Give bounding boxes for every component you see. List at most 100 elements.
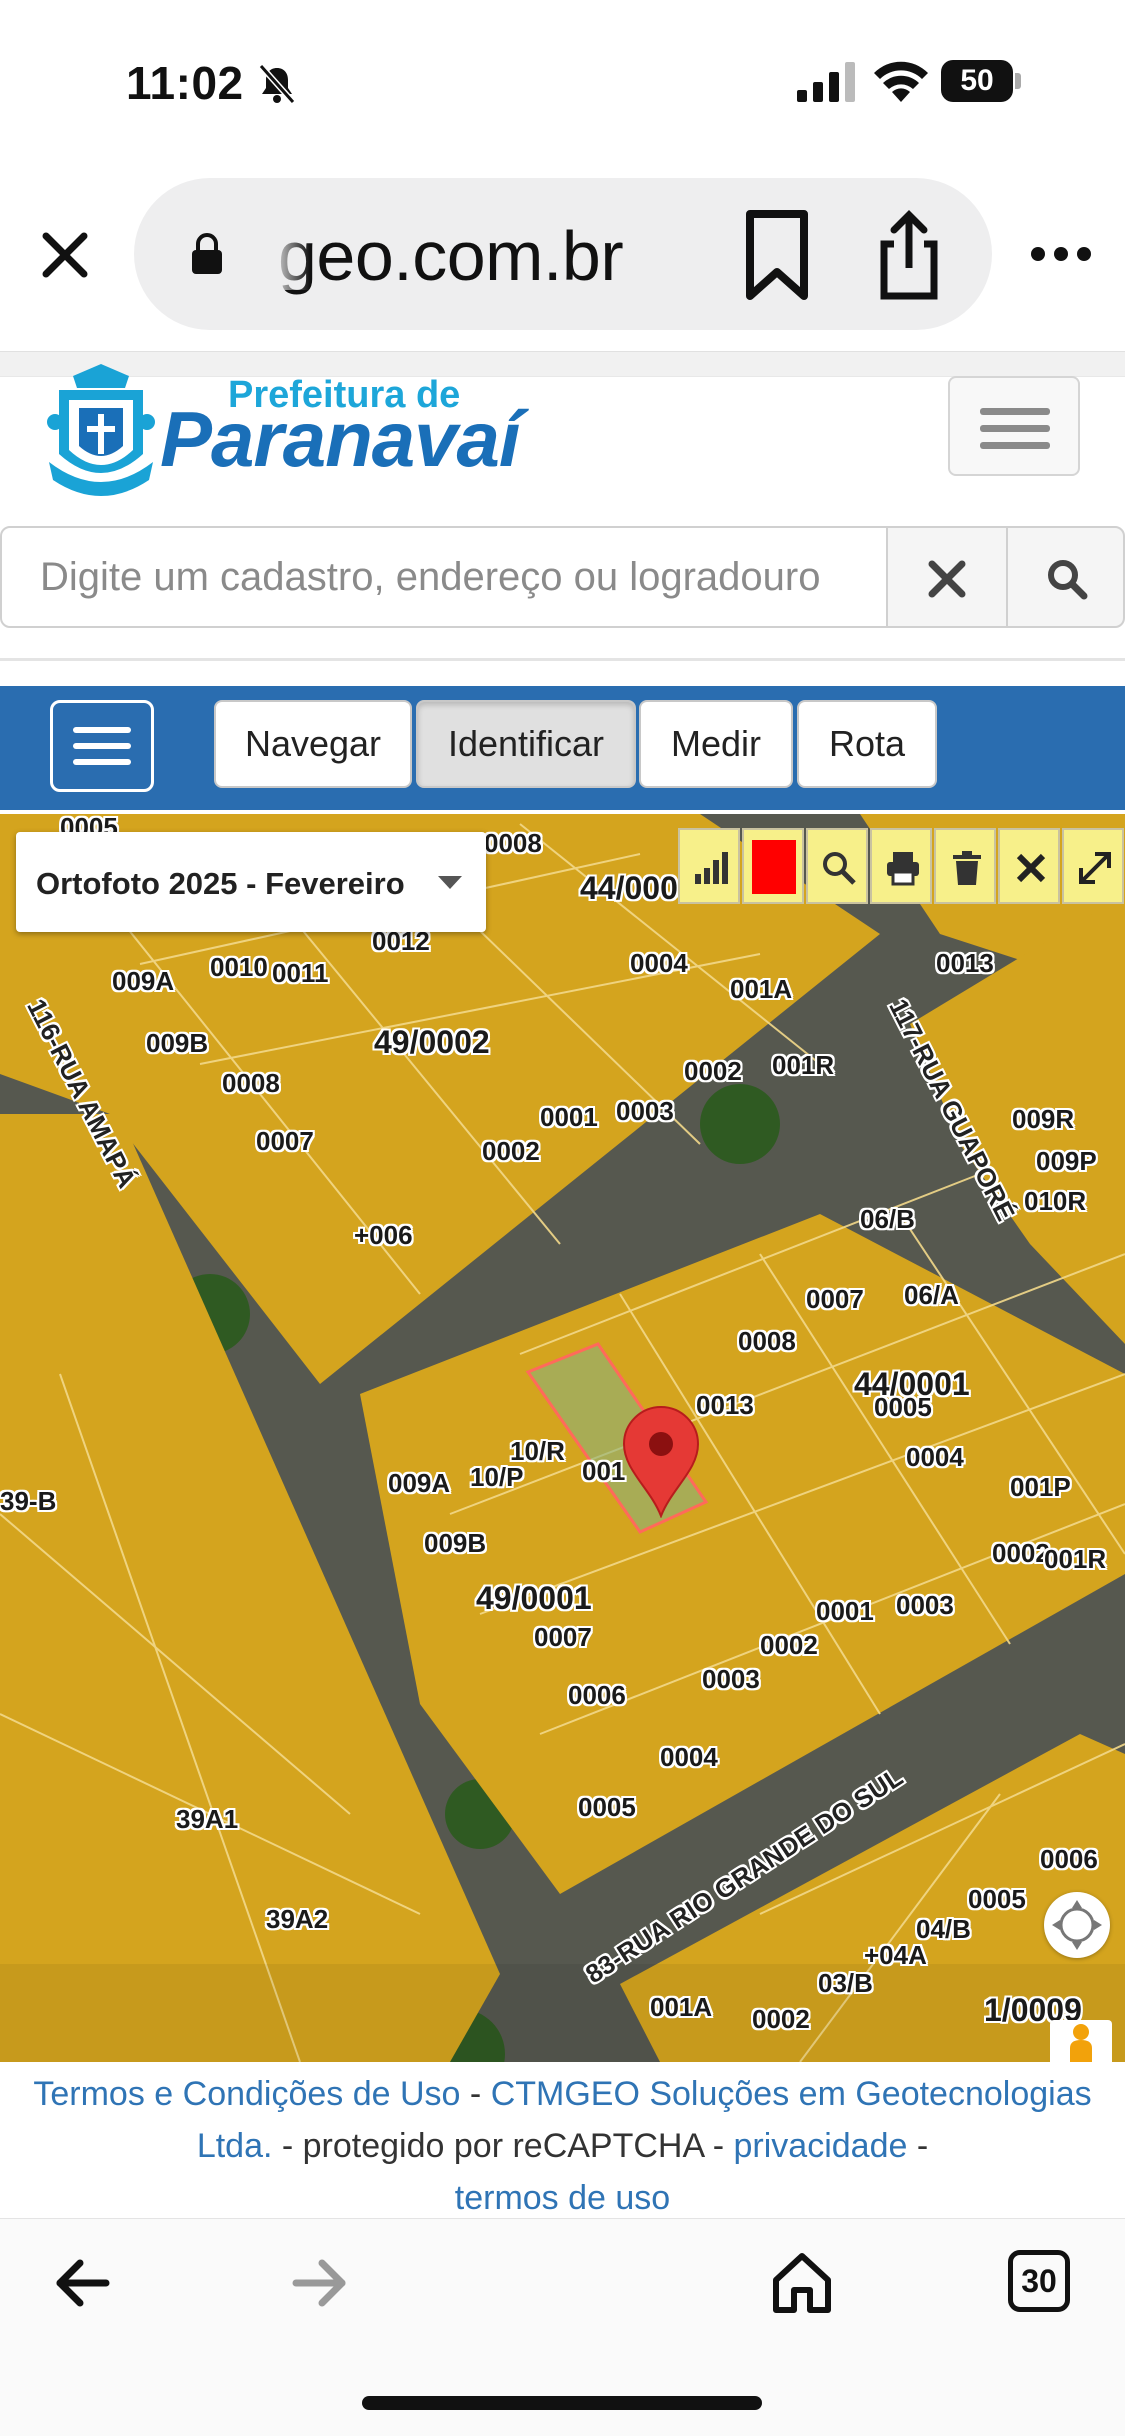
tab-identificar[interactable]: Identificar: [416, 700, 636, 788]
home-indicator: [362, 2396, 762, 2410]
block-label: 49/0001: [476, 1580, 592, 1616]
lot-label: 009B: [424, 1528, 487, 1558]
close-tab-icon[interactable]: [38, 228, 92, 282]
battery-level: 50: [941, 60, 1013, 102]
lot-label: 0003: [702, 1664, 760, 1694]
lot-label: 0002: [482, 1136, 540, 1166]
tab-navegar[interactable]: Navegar: [214, 700, 412, 788]
back-arrow-icon[interactable]: [54, 2258, 110, 2308]
status-bar: 11:02 50: [0, 0, 1125, 165]
lot-label: 0006: [1040, 1844, 1098, 1874]
footer-separator: -: [460, 2075, 491, 2113]
lot-label: 0002: [684, 1056, 742, 1086]
lot-label: 009P: [1036, 1146, 1097, 1176]
bookmark-icon[interactable]: [742, 210, 812, 302]
basemap-layer-value: Ortofoto 2025 - Fevereiro: [36, 866, 405, 901]
bell-muted-icon: [258, 64, 296, 104]
logo-text-city: Paranavaí: [160, 395, 521, 483]
search-icon: [823, 852, 856, 885]
lot-label: 03/B: [818, 1968, 873, 1998]
lot-label: +006: [354, 1220, 413, 1250]
home-icon[interactable]: [770, 2250, 834, 2314]
clear-search-button[interactable]: [886, 526, 1008, 628]
lot-label: 009R: [1012, 1104, 1075, 1134]
close-tool-button[interactable]: [998, 828, 1060, 904]
search-input[interactable]: [0, 526, 888, 628]
paranavai-coat-of-arms-logo[interactable]: [45, 362, 157, 498]
lot-label: 0013: [696, 1390, 754, 1420]
print-tool-button[interactable]: [870, 828, 932, 904]
expand-icon: [1079, 852, 1111, 884]
basemap-layer-select[interactable]: Ortofoto 2025 - Fevereiro: [16, 832, 486, 932]
url-fade: [270, 210, 310, 290]
terms-link[interactable]: Termos e Condições de Uso: [33, 2075, 460, 2113]
lot-label: 0002: [760, 1630, 818, 1660]
pegman-icon: [1070, 2024, 1092, 2062]
lot-label: 0004: [630, 948, 688, 978]
fullscreen-tool-button[interactable]: [1062, 828, 1124, 904]
lot-label: +04A: [864, 1940, 927, 1970]
lot-label: 001R: [1044, 1544, 1107, 1574]
share-icon[interactable]: [876, 210, 942, 302]
lot-label: 06/B: [860, 1204, 915, 1234]
tabs-count-button[interactable]: 30: [1008, 2250, 1070, 2312]
delete-tool-button[interactable]: [934, 828, 996, 904]
tab-rota[interactable]: Rota: [797, 700, 937, 788]
terms-of-use-link[interactable]: termos de uso: [455, 2179, 670, 2217]
map-view[interactable]: 116-RUA AMAPÁ 117-RUA GUAPORÉ 83-RUA RIO…: [0, 814, 1125, 2062]
lot-label: 0005: [968, 1884, 1026, 1914]
search-icon: [1048, 560, 1088, 600]
signal-icon: [695, 852, 728, 884]
close-icon: [1016, 853, 1046, 883]
battery-icon: 50: [941, 60, 1021, 102]
lot-label: 0006: [568, 1680, 626, 1710]
recaptcha-notice: - protegido por reCAPTCHA -: [272, 2127, 734, 2165]
tab-medir[interactable]: Medir: [639, 700, 793, 788]
lot-label: 001A: [650, 1992, 713, 2022]
lot-label: 0013: [936, 948, 994, 978]
map-marker-icon[interactable]: [620, 1404, 702, 1518]
map-menu-button[interactable]: [50, 700, 154, 792]
lot-label: 39A2: [266, 1904, 329, 1934]
lot-label: 39A1: [176, 1804, 239, 1834]
lot-label: 0007: [534, 1622, 592, 1652]
separator: [0, 351, 1125, 377]
forward-arrow-icon[interactable]: [292, 2258, 348, 2308]
page-footer: Termos e Condições de Uso - CTMGEO Soluç…: [0, 2062, 1125, 2218]
lot-label: 0005: [874, 1392, 932, 1422]
lot-label: 0011: [272, 958, 329, 988]
lot-label: 0004: [660, 1742, 718, 1772]
lot-label: 001: [582, 1456, 626, 1486]
lot-label: 001P: [1010, 1472, 1071, 1502]
lot-label: 001R: [772, 1050, 835, 1080]
site-menu-button[interactable]: [948, 376, 1080, 476]
street-view-button[interactable]: [1050, 2020, 1112, 2062]
lot-label: 009B: [146, 1028, 209, 1058]
lot-label: 0001: [540, 1102, 598, 1132]
recenter-button[interactable]: [1044, 1892, 1110, 1958]
search-button[interactable]: [1006, 526, 1125, 628]
lot-label: 009A: [112, 966, 175, 996]
lot-label: 0010: [210, 952, 268, 982]
lot-label: 0008: [738, 1326, 796, 1356]
close-icon: [928, 560, 966, 598]
separator: [0, 658, 1125, 661]
cellular-signal-icon: [797, 62, 855, 102]
lock-icon: [192, 233, 222, 274]
chevron-down-icon: [438, 876, 462, 889]
lot-label: 010R: [1024, 1186, 1087, 1216]
lot-label: 0002: [992, 1538, 1050, 1568]
lot-label: 0003: [896, 1590, 954, 1620]
privacy-link[interactable]: privacidade: [734, 2127, 908, 2165]
lot-label: 0005: [578, 1792, 636, 1822]
color-picker-button[interactable]: [742, 828, 804, 904]
signal-tool-button[interactable]: [678, 828, 740, 904]
more-options-icon[interactable]: [1030, 244, 1092, 264]
url-text[interactable]: geo.com.br: [278, 216, 624, 296]
color-swatch-icon: [752, 840, 796, 894]
lot-label: 001A: [730, 974, 793, 1004]
map-tools: [678, 828, 1125, 904]
search-tool-button[interactable]: [806, 828, 868, 904]
lot-label: 0008: [484, 828, 542, 858]
lot-label: 0007: [256, 1126, 314, 1156]
